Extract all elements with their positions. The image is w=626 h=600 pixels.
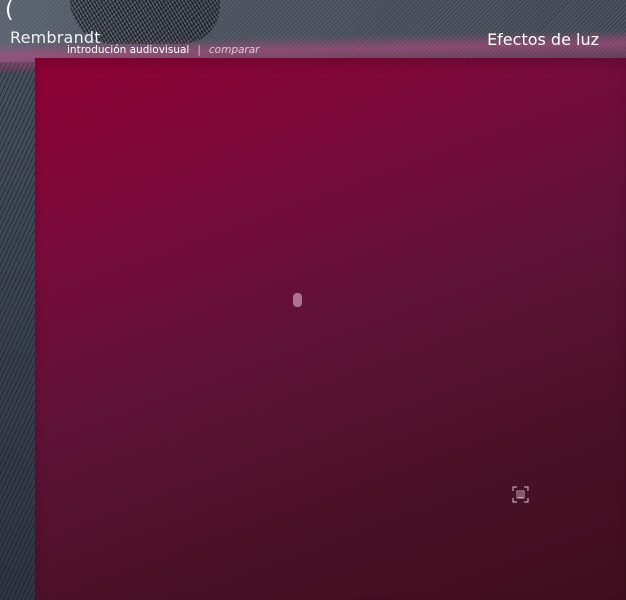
video-stage[interactable] (35, 58, 626, 600)
bracket-glyph: ( (5, 0, 14, 23)
left-decorative-strip (0, 0, 35, 600)
fullscreen-icon[interactable] (512, 486, 529, 503)
top-nav: introdución audiovisual | comparar (67, 44, 259, 56)
nav-item-comparar[interactable]: comparar (209, 44, 260, 56)
nav-item-introduccion-audiovisual[interactable]: introdución audiovisual (67, 44, 189, 56)
loading-indicator-icon (293, 293, 302, 307)
nav-separator: | (197, 44, 201, 56)
section-title: Efectos de luz (487, 30, 599, 49)
